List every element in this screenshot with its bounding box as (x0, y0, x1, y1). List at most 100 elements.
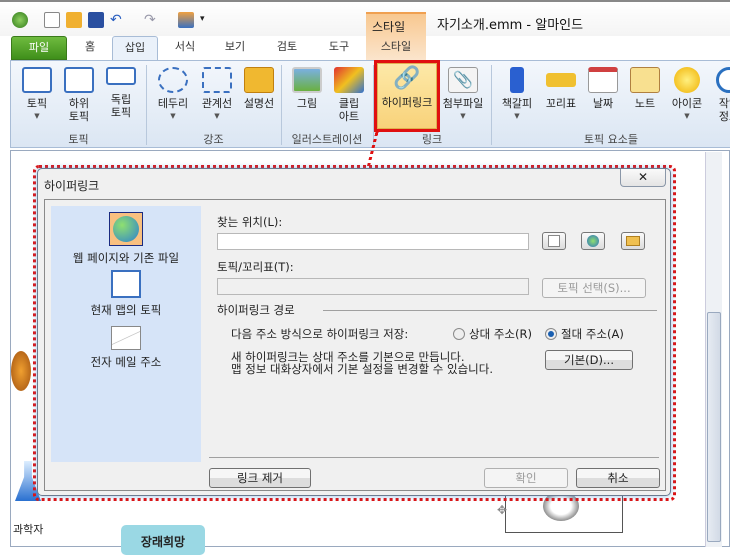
subtopic-button[interactable]: 하위 토픽 (57, 65, 101, 123)
hyperlink-dialog: 하이퍼링크 ✕ 웹 페이지와 기존 파일 현재 맵의 토픽 전자 메일 주소 찾… (37, 168, 671, 496)
map-topic-icon (111, 270, 141, 298)
icon-button[interactable]: 아이콘 ▼ (665, 65, 709, 123)
tab-view[interactable]: 보기 (212, 36, 258, 60)
link-type-web-file-label: 웹 페이지와 기존 파일 (72, 251, 180, 265)
move-handle-icon[interactable]: ✥ (497, 503, 507, 517)
note-label: 노트 (634, 97, 656, 110)
topic-tag-input[interactable] (217, 278, 529, 295)
info-text-line2: 맵 정보 대화상자에서 기본 설정을 변경할 수 있습니다. (231, 362, 494, 376)
tab-tools[interactable]: 도구 (316, 36, 362, 60)
callout-label: 설명선 (243, 97, 275, 110)
group-label-illustration: 일러스트레이션 (291, 133, 363, 146)
footer-divider (209, 457, 659, 458)
dropdown-arrow-icon: ▼ (460, 112, 466, 120)
dropdown-arrow-icon: ▼ (684, 112, 690, 120)
icon-label: 아이콘 (671, 97, 703, 110)
dropdown-arrow-icon: ▼ (34, 112, 40, 120)
topic-label: 토픽 (26, 97, 48, 110)
folder-search-icon (626, 236, 640, 246)
customize-dropdown-icon[interactable]: ▾ (200, 14, 205, 24)
boundary-button[interactable]: 테두리 ▼ (151, 65, 195, 123)
context-tab-header-label: 스타일 (372, 20, 406, 34)
relationship-button[interactable]: 관계선 ▼ (195, 65, 239, 123)
ribbon: 토픽 ▼ 하위 토픽 독립 토픽 토픽 테두리 ▼ 관계선 ▼ 설명선 강조 그림 클… (10, 60, 730, 148)
close-button[interactable]: ✕ (620, 169, 666, 187)
subtopic-icon (64, 67, 94, 93)
browse-file-button[interactable] (542, 232, 566, 250)
absolute-radio[interactable] (545, 328, 557, 340)
task-info-label: 작업 정보 (718, 97, 730, 123)
tab-home[interactable]: 홈 (72, 36, 108, 60)
attachment-button[interactable]: 📎 첨부파일 ▼ (441, 65, 485, 123)
task-info-button[interactable]: 작업 정보 (707, 65, 730, 123)
topic-future-dream[interactable]: 장래희망 (121, 525, 205, 555)
hyperlink-button[interactable]: 🔗 하이퍼링크 (374, 60, 440, 132)
floating-topic-button[interactable]: 독립 토픽 (99, 65, 143, 119)
bookmark-button[interactable]: 책갈피 ▼ (495, 65, 539, 123)
date-button[interactable]: 날짜 (581, 65, 625, 110)
tab-review[interactable]: 검토 (264, 36, 310, 60)
default-settings-button[interactable]: 기본(D)... (545, 350, 633, 370)
picture-button[interactable]: 그림 (285, 65, 329, 110)
browse-folder-button[interactable] (621, 232, 645, 250)
tab-file[interactable]: 파일 (11, 36, 67, 60)
ok-button[interactable]: 확인 (484, 468, 568, 488)
remove-link-button[interactable]: 링크 제거 (209, 468, 311, 488)
scrollbar-thumb[interactable] (707, 312, 721, 542)
link-type-web-file[interactable]: 웹 페이지와 기존 파일 (51, 212, 201, 266)
relationship-icon (202, 67, 232, 93)
title-bar: ↶ ↷ ▾ 스타일 자기소개.emm - 알마인드 (0, 0, 730, 62)
floating-topic-label: 독립 토픽 (110, 93, 132, 119)
tab-style[interactable]: 스타일 (366, 36, 426, 60)
redo-icon[interactable]: ↷ (144, 12, 160, 28)
app-logo-icon[interactable] (12, 12, 28, 28)
dropdown-arrow-icon: ▼ (214, 112, 220, 120)
save-as-label: 다음 주소 방식으로 하이퍼링크 저장: (231, 327, 409, 341)
envelope-icon (111, 326, 141, 350)
relationship-label: 관계선 (201, 97, 233, 110)
callout-icon (244, 67, 274, 93)
clipart-label: 클립 아트 (338, 97, 360, 123)
absolute-radio-label[interactable]: 절대 주소(A) (561, 326, 624, 342)
calendar-icon (588, 67, 618, 93)
tag-label: 꼬리표 (545, 97, 577, 110)
picture-icon (292, 67, 322, 93)
new-file-icon[interactable] (44, 12, 60, 28)
location-input[interactable] (217, 233, 529, 250)
link-type-current-map[interactable]: 현재 맵의 토픽 (51, 270, 201, 318)
section-divider (323, 310, 657, 311)
burger-image (11, 351, 31, 391)
relative-radio[interactable] (453, 328, 465, 340)
clipart-button[interactable]: 클립 아트 (327, 65, 371, 123)
attachment-label: 첨부파일 (442, 97, 484, 110)
hyperlink-path-section: 하이퍼링크 경로 (217, 303, 295, 317)
dropdown-arrow-icon: ▼ (514, 112, 520, 120)
undo-icon[interactable]: ↶ (110, 12, 126, 28)
floating-topic-icon (106, 67, 136, 85)
topic-button[interactable]: 토픽 ▼ (15, 65, 59, 123)
window-icon[interactable] (178, 12, 194, 28)
vertical-scrollbar[interactable] (705, 152, 722, 547)
open-folder-icon[interactable] (66, 12, 82, 28)
callout-button[interactable]: 설명선 (237, 65, 281, 110)
tab-insert[interactable]: 삽입 (112, 36, 158, 60)
tag-button[interactable]: 꼬리표 (539, 65, 583, 110)
relative-radio-label[interactable]: 상대 주소(R) (469, 326, 532, 342)
group-label-emphasis: 강조 (203, 133, 224, 146)
paperclip-icon: 📎 (448, 67, 478, 93)
save-icon[interactable] (88, 12, 104, 28)
file-search-icon (548, 235, 560, 247)
boundary-icon (158, 67, 188, 93)
topic-scientist[interactable]: 과학자 (13, 521, 43, 537)
cancel-button[interactable]: 취소 (576, 468, 660, 488)
browse-web-button[interactable] (581, 232, 605, 250)
note-button[interactable]: 노트 (623, 65, 667, 110)
tab-format[interactable]: 서식 (162, 36, 208, 60)
select-topic-button[interactable]: 토픽 선택(S)... (542, 278, 646, 298)
bookmark-icon (510, 67, 524, 93)
location-label: 찾는 위치(L): (217, 215, 283, 229)
picture-label: 그림 (296, 97, 318, 110)
link-type-email[interactable]: 전자 메일 주소 (51, 326, 201, 370)
group-label-link: 링크 (421, 133, 443, 146)
globe-icon (113, 216, 139, 242)
